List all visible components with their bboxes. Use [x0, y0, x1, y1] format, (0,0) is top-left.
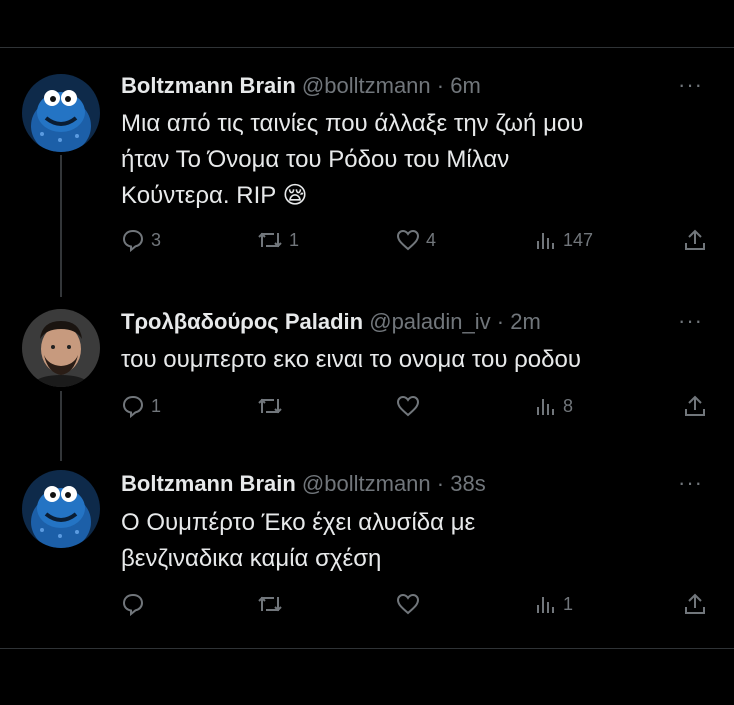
- view-count: 1: [563, 593, 574, 614]
- cookie-monster-avatar-icon: [22, 470, 100, 548]
- timestamp[interactable]: 2m: [510, 309, 541, 334]
- views-icon: [537, 233, 554, 249]
- tweet-text: Ο Ουμπέρτο Έκο έχει αλυσίδα με βενζιναδι…: [121, 505, 701, 577]
- display-name[interactable]: Boltzmann Brain: [121, 471, 296, 496]
- bottom-divider: [0, 648, 734, 649]
- action-bar: 1 8: [0, 394, 734, 424]
- views-icon: [537, 597, 554, 613]
- display-name[interactable]: Τρολβαδούρος Paladin: [121, 309, 363, 334]
- timestamp[interactable]: 38s: [450, 471, 485, 496]
- avatar[interactable]: [22, 74, 100, 152]
- heart-icon: [396, 229, 420, 251]
- more-icon[interactable]: ···: [678, 308, 703, 334]
- text-line: Κούντερα. RIP 😪: [121, 178, 701, 214]
- retweet-count: 1: [289, 229, 300, 250]
- tweet-header: Boltzmann Brain @bolltzmann · 38s: [121, 471, 486, 497]
- sleepy-face-emoji: 😪: [282, 182, 308, 209]
- reply-count: 1: [151, 395, 162, 416]
- share-icon: [685, 395, 705, 416]
- reply-icon: [122, 593, 144, 616]
- reply-icon: [122, 395, 144, 418]
- reply-button[interactable]: [121, 592, 151, 616]
- heart-icon: [396, 395, 420, 417]
- retweet-button[interactable]: 1: [257, 228, 299, 252]
- like-button[interactable]: 4: [396, 228, 436, 252]
- reply-icon: [122, 229, 144, 252]
- share-icon: [685, 593, 705, 614]
- avatar[interactable]: [22, 309, 100, 387]
- share-button[interactable]: [683, 228, 707, 252]
- reply-button[interactable]: 1: [121, 394, 161, 418]
- timestamp[interactable]: 6m: [450, 73, 481, 98]
- separator-dot: ·: [490, 309, 511, 334]
- user-handle[interactable]: @paladin_iv: [369, 309, 490, 334]
- user-handle[interactable]: @bolltzmann: [302, 471, 431, 496]
- avatar[interactable]: [22, 470, 100, 548]
- retweet-icon: [258, 232, 282, 248]
- text-line: Μια από τις ταινίες που άλλαξε την ζωή μ…: [121, 110, 584, 137]
- cookie-monster-avatar-icon: [22, 74, 100, 152]
- action-bar: 3 1 4 147: [0, 228, 734, 258]
- action-bar: 1: [0, 592, 734, 622]
- text-line: βενζιναδικα καμία σχέση: [121, 545, 382, 572]
- views-button[interactable]: 147: [535, 228, 593, 252]
- text-line: του ουμπερτο εκο ειναι το ονομα του ροδο…: [121, 346, 581, 373]
- separator-dot: ·: [430, 471, 451, 496]
- thread-line: [60, 155, 62, 297]
- tweet-header: Τρολβαδούρος Paladin @paladin_iv · 2m: [121, 309, 541, 335]
- tweet-header: Boltzmann Brain @bolltzmann · 6m: [121, 73, 481, 99]
- profile-photo-icon: [22, 309, 100, 387]
- views-icon: [537, 399, 554, 415]
- view-count: 147: [563, 229, 594, 250]
- tweet-text: του ουμπερτο εκο ειναι το ονομα του ροδο…: [121, 342, 701, 378]
- user-handle[interactable]: @bolltzmann: [302, 73, 431, 98]
- top-divider: [0, 47, 734, 48]
- text-line: ήταν Το Όνομα του Ρόδου του Μίλαν: [121, 146, 510, 173]
- more-icon[interactable]: ···: [678, 470, 703, 496]
- like-button[interactable]: [396, 394, 426, 418]
- retweet-icon: [258, 398, 282, 414]
- reply-count: 3: [151, 229, 162, 250]
- text-line: Ο Ουμπέρτο Έκο έχει αλυσίδα με: [121, 509, 476, 536]
- share-icon: [685, 229, 705, 250]
- more-icon[interactable]: ···: [678, 72, 703, 98]
- tweet-text: Μια από τις ταινίες που άλλαξε την ζωή μ…: [121, 106, 701, 214]
- like-button[interactable]: [396, 592, 426, 616]
- views-button[interactable]: 8: [535, 394, 573, 418]
- share-button[interactable]: [683, 592, 707, 616]
- heart-icon: [396, 593, 420, 615]
- views-button[interactable]: 1: [535, 592, 573, 616]
- like-count: 4: [426, 229, 437, 250]
- view-count: 8: [563, 395, 574, 416]
- text-line-content: Κούντερα. RIP: [121, 182, 276, 209]
- retweet-button[interactable]: [257, 592, 289, 616]
- share-button[interactable]: [683, 394, 707, 418]
- display-name[interactable]: Boltzmann Brain: [121, 73, 296, 98]
- retweet-button[interactable]: [257, 394, 289, 418]
- retweet-icon: [258, 596, 282, 612]
- separator-dot: ·: [430, 73, 451, 98]
- reply-button[interactable]: 3: [121, 228, 161, 252]
